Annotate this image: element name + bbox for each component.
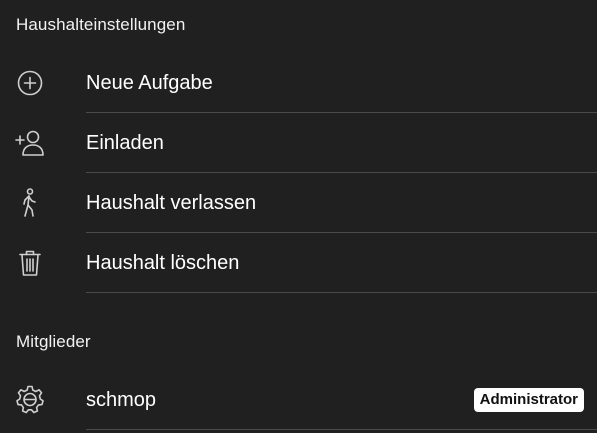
invite-label: Einladen (86, 132, 164, 154)
trash-icon (14, 247, 46, 279)
members-section-title: Mitglieder (16, 332, 91, 351)
new-task-label: Neue Aufgabe (86, 72, 213, 94)
gear-icon (14, 383, 46, 415)
member-list-item[interactable]: schmop Administrator (0, 369, 597, 430)
new-task-button[interactable]: Neue Aufgabe (0, 53, 597, 113)
leave-household-button[interactable]: Haushalt verlassen (0, 173, 597, 233)
delete-household-button[interactable]: Haushalt löschen (0, 233, 597, 293)
invite-button[interactable]: Einladen (0, 113, 597, 173)
plus-circle-icon (14, 67, 46, 99)
divider (86, 429, 597, 430)
divider (86, 292, 597, 293)
delete-household-label: Haushalt löschen (86, 252, 240, 274)
role-badge: Administrator (473, 388, 584, 412)
settings-section-title: Haushalteinstellungen (16, 15, 186, 34)
walking-person-icon (14, 187, 46, 219)
member-name: schmop (86, 389, 157, 411)
add-user-icon (14, 127, 46, 159)
leave-household-label: Haushalt verlassen (86, 192, 257, 214)
